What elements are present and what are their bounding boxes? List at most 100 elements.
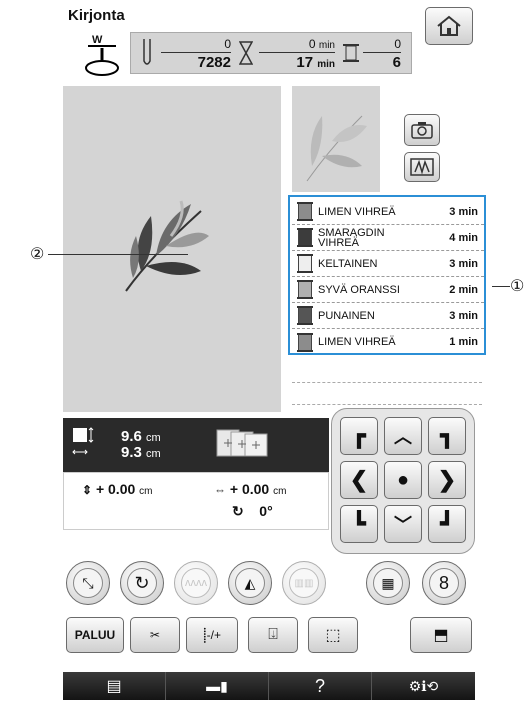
settings-button[interactable]: ⚙ℹ⟲	[372, 672, 475, 700]
trial-icon: ⬚	[325, 627, 341, 644]
move-down-right-button[interactable]: ┛	[428, 505, 466, 543]
back-button[interactable]: PALUU	[66, 617, 124, 653]
thread-row[interactable]: LIMEN VIHREÄ 3 min	[292, 199, 484, 225]
thread-trim-icon: ▦	[381, 574, 395, 591]
thread-row[interactable]: SMARAGDIN VIHREÄ 4 min	[292, 225, 484, 251]
camera-button[interactable]	[404, 114, 440, 146]
density-button: ʌʌʌʌ	[174, 561, 218, 605]
move-up-left-button[interactable]: ┏	[340, 417, 378, 455]
vertical-offset-unit: cm	[139, 486, 153, 497]
spool-icon	[297, 254, 313, 273]
thread-row[interactable]: KELTAINEN 3 min	[292, 251, 484, 277]
vertical-offset: + 0.00	[95, 481, 136, 497]
time-total: 17	[296, 54, 314, 71]
size-width: 9.3	[121, 444, 142, 461]
size-info-panel: 9.6 cm 9.3 cm	[63, 418, 329, 472]
cut-jump-button[interactable]: ✂	[130, 617, 180, 653]
color-sort-icon: ▥▥	[294, 577, 314, 589]
thread-trim-button[interactable]: ▦	[366, 561, 410, 605]
thread-time: 4 min	[449, 231, 478, 244]
thread-name: KELTAINEN	[318, 257, 378, 270]
thread-time: 3 min	[449, 309, 478, 322]
mirror-icon: ◭	[244, 574, 256, 591]
hourglass-icon	[239, 41, 253, 65]
help-button[interactable]: ?	[269, 672, 372, 700]
horizontal-offset: + 0.00	[229, 481, 270, 497]
thread-name: SYVÄ ORANSSI	[318, 283, 400, 296]
color-done: 0	[394, 37, 401, 51]
size-width-unit: cm	[146, 448, 161, 460]
stitch-done: 0	[224, 37, 231, 51]
embroidery-pattern	[125, 200, 209, 292]
move-up-right-button[interactable]: ┓	[428, 417, 466, 455]
move-center-button[interactable]: ●	[384, 461, 422, 499]
hoop-select-button[interactable]	[215, 428, 268, 458]
pattern-view-button[interactable]	[404, 152, 440, 182]
embroidery-frame-area[interactable]	[63, 86, 281, 412]
rotation-angle: 0°	[259, 503, 273, 519]
sewing-icon: ▬▮	[206, 677, 228, 694]
trial-button[interactable]: ⬚	[308, 617, 358, 653]
thread-time: 3 min	[449, 257, 478, 270]
mirror-button[interactable]: ◭	[228, 561, 272, 605]
center-dot-icon: ●	[396, 468, 410, 491]
spool-icon	[297, 306, 313, 325]
spool-icon	[297, 228, 313, 247]
thread-time: 1 min	[449, 336, 478, 348]
corner-up-right-icon: ┓	[440, 423, 454, 448]
color-total: 6	[392, 54, 401, 71]
density-icon: ʌʌʌʌ	[185, 577, 207, 589]
chevron-up-icon: ︿	[394, 427, 412, 447]
size-height: 9.6	[121, 428, 142, 445]
home-button[interactable]	[425, 7, 473, 45]
help-label: ?	[314, 675, 325, 696]
size-button[interactable]: ⤡	[66, 561, 110, 605]
corner-down-right-icon: ┛	[440, 511, 454, 536]
move-down-button[interactable]: ﹀	[384, 505, 422, 543]
thread-name: LIMEN VIHREÄ	[318, 205, 396, 218]
pattern-view-icon	[410, 158, 434, 176]
callout-1: ①	[510, 278, 525, 295]
thread-name: SMARAGDIN VIHREÄ	[318, 226, 385, 249]
move-up-button[interactable]: ︿	[384, 417, 422, 455]
corner-up-left-icon: ┏	[352, 423, 366, 448]
time-done-unit: min	[318, 40, 335, 51]
thread-row[interactable]: LIMEN VIHREÄ 1 min	[292, 329, 484, 355]
preview-pattern	[306, 115, 367, 182]
time-done: 0	[308, 37, 316, 51]
vertical-offset-icon: ⇕	[82, 483, 93, 497]
rotation-icon: ↻	[232, 503, 244, 519]
spool-icon	[297, 202, 313, 221]
manual-icon: ▤	[106, 678, 122, 695]
rotate-button[interactable]: ↻	[120, 561, 164, 605]
settings-icon: ⚙ℹ⟲	[408, 677, 439, 694]
number-8-button[interactable]: 8	[422, 561, 466, 605]
stitch-total: 7282	[197, 54, 231, 71]
needle-icon	[143, 39, 151, 65]
move-left-button[interactable]: ❮	[340, 461, 378, 499]
direction-pad: ┏ ︿ ┓ ❮ ● ❯ ┗ ﹀ ┛	[331, 408, 475, 554]
horizontal-offset-icon: ⇔	[214, 483, 226, 497]
corner-down-left-icon: ┗	[352, 511, 366, 536]
sewing-guide-button[interactable]: ▬▮	[166, 672, 269, 700]
rotate-icon: ↻	[134, 572, 150, 593]
needle-adjust-button[interactable]: ⸽ -/+	[186, 617, 238, 653]
pattern-preview	[292, 86, 380, 192]
memory-button[interactable]: ⬒	[410, 617, 472, 653]
thread-time: 2 min	[449, 283, 478, 296]
chevron-down-icon: ﹀	[394, 515, 412, 535]
move-down-left-button[interactable]: ┗	[340, 505, 378, 543]
manual-button[interactable]: ▤	[63, 672, 166, 700]
thread-row[interactable]: PUNAINEN 3 min	[292, 303, 484, 329]
time-total-unit: min	[317, 59, 335, 70]
spool-icon	[343, 44, 359, 62]
thread-time: 3 min	[449, 205, 478, 218]
thread-color-list: LIMEN VIHREÄ 3 min SMARAGDIN VIHREÄ 4 min …	[288, 195, 486, 355]
start-point-button[interactable]: ⍗	[248, 617, 298, 653]
number-8-icon: 8	[438, 572, 449, 593]
thread-row[interactable]: SYVÄ ORANSSI 2 min	[292, 277, 484, 303]
resize-icon: ⤡	[82, 574, 94, 591]
callout-2: ②	[30, 246, 45, 263]
presser-foot-icon	[85, 45, 119, 76]
move-right-button[interactable]: ❯	[428, 461, 466, 499]
